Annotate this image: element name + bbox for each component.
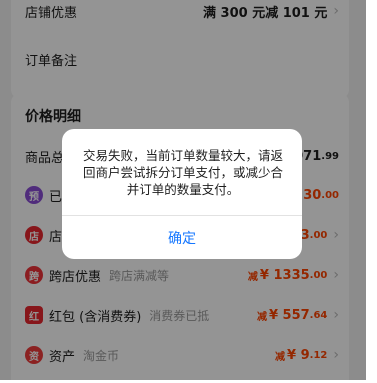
confirm-button[interactable]: 确定	[62, 216, 302, 259]
right-edge	[366, 0, 377, 383]
dialog-message: 交易失败，当前订单数量较大，请返回商户尝试拆分订单支付，或减少合并订单的数量支付…	[82, 148, 283, 197]
error-dialog: 交易失败，当前订单数量较大，请返回商户尝试拆分订单支付，或减少合并订单的数量支付…	[62, 129, 302, 259]
order-page: 店铺优惠 满 300 元减 101 元 › 订单备注 价格明细 商品总 071.…	[0, 0, 366, 380]
